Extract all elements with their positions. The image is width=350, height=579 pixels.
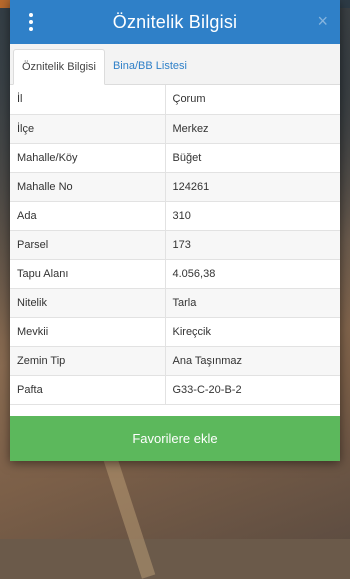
tab-bar: Öznitelik Bilgisi Bina/BB Listesi bbox=[10, 44, 340, 85]
add-to-favorites-button[interactable]: Favorilere ekle bbox=[10, 416, 340, 461]
attribute-info-dialog: Öznitelik Bilgisi × Öznitelik Bilgisi Bi… bbox=[10, 0, 340, 461]
table-row: Nitelik Tarla bbox=[10, 288, 340, 318]
attribute-key: Parsel bbox=[10, 230, 166, 260]
table-row: Mahalle No 124261 bbox=[10, 172, 340, 202]
attribute-value: 124261 bbox=[165, 172, 340, 202]
attribute-key: Pafta bbox=[10, 375, 166, 405]
tab-building-list[interactable]: Bina/BB Listesi bbox=[105, 48, 195, 84]
table-row: Tapu Alanı 4.056,38 bbox=[10, 259, 340, 289]
attribute-value: G33-C-20-B-2 bbox=[165, 375, 340, 405]
dialog-header: Öznitelik Bilgisi × bbox=[10, 0, 340, 44]
table-row: Parsel 173 bbox=[10, 230, 340, 260]
attribute-value: Büğet bbox=[165, 143, 340, 173]
dialog-title: Öznitelik Bilgisi bbox=[112, 11, 238, 32]
attribute-key: Tapu Alanı bbox=[10, 259, 166, 289]
attribute-value: 173 bbox=[165, 230, 340, 260]
attribute-value: Çorum bbox=[165, 85, 340, 115]
attribute-value: Merkez bbox=[165, 114, 340, 144]
attribute-value: 4.056,38 bbox=[165, 259, 340, 289]
attribute-key: Mahalle/Köy bbox=[10, 143, 166, 173]
attribute-value: Kireçcik bbox=[165, 317, 340, 347]
attribute-key: Mahalle No bbox=[10, 172, 166, 202]
tab-attribute-info[interactable]: Öznitelik Bilgisi bbox=[13, 49, 105, 85]
attribute-table: İl Çorum İlçe Merkez Mahalle/Köy Büğet Mahalle… bbox=[10, 85, 340, 405]
attribute-value: Tarla bbox=[165, 288, 340, 318]
attribute-key: Ada bbox=[10, 201, 166, 231]
table-row: İl Çorum bbox=[10, 85, 340, 115]
table-row: Mahalle/Köy Büğet bbox=[10, 143, 340, 173]
attribute-value: 310 bbox=[165, 201, 340, 231]
attribute-key: İl bbox=[10, 85, 166, 115]
attribute-key: Nitelik bbox=[10, 288, 166, 318]
table-row: Zemin Tip Ana Taşınmaz bbox=[10, 346, 340, 376]
vertical-ellipsis-icon[interactable] bbox=[26, 13, 36, 31]
attribute-key: Zemin Tip bbox=[10, 346, 166, 376]
attribute-key: İlçe bbox=[10, 114, 166, 144]
table-row: Mevkii Kireçcik bbox=[10, 317, 340, 347]
table-row: Pafta G33-C-20-B-2 bbox=[10, 375, 340, 405]
close-icon[interactable]: × bbox=[317, 11, 328, 31]
table-row: Ada 310 bbox=[10, 201, 340, 231]
attribute-value: Ana Taşınmaz bbox=[165, 346, 340, 376]
table-row: İlçe Merkez bbox=[10, 114, 340, 144]
attribute-key: Mevkii bbox=[10, 317, 166, 347]
